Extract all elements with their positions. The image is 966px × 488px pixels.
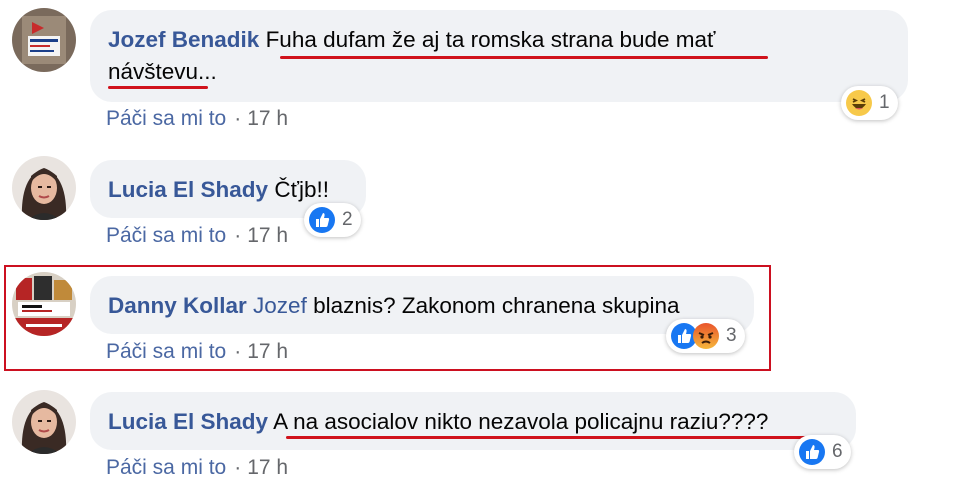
comment-meta: Páči sa mi to · 17 h [106, 107, 288, 131]
haha-icon [846, 90, 872, 116]
comment-author[interactable]: Lucia El Shady [108, 177, 268, 202]
like-link[interactable]: Páči sa mi to [106, 107, 226, 130]
comment-meta: Páči sa mi to · 17 h [106, 224, 288, 248]
avatar[interactable] [12, 8, 76, 72]
reaction-count: 6 [832, 441, 843, 462]
timestamp[interactable]: 17 h [247, 224, 288, 247]
like-link[interactable]: Páči sa mi to [106, 224, 226, 247]
comment-meta: Páči sa mi to · 17 h [106, 456, 288, 480]
like-link[interactable]: Páči sa mi to [106, 456, 226, 479]
separator: · [234, 456, 242, 479]
reaction-count: 1 [879, 92, 890, 113]
comment-bubble: Danny Kollar Jozef blaznis? Zakonom chra… [90, 276, 754, 334]
comment-bubble: Lucia El Shady A na asocialov nikto neza… [90, 392, 856, 450]
reaction-count: 3 [726, 325, 737, 346]
reactions-summary[interactable]: 2 [304, 203, 361, 237]
like-icon [309, 207, 335, 233]
reactions-summary[interactable]: 6 [794, 435, 851, 469]
separator: · [234, 107, 242, 130]
reactions-summary[interactable]: 1 [841, 86, 898, 120]
comment-meta: Páči sa mi to · 17 h [106, 340, 288, 364]
reaction-count: 2 [342, 209, 353, 230]
timestamp[interactable]: 17 h [247, 107, 288, 130]
like-link[interactable]: Páči sa mi to [106, 340, 226, 363]
red-underline [286, 436, 834, 439]
angry-icon [693, 323, 719, 349]
avatar[interactable] [12, 390, 76, 454]
comment-text: Fuha dufam že aj ta romska strana bude m… [265, 27, 716, 52]
avatar[interactable] [12, 156, 76, 220]
comment-author[interactable]: Lucia El Shady [108, 409, 268, 434]
reactions-summary[interactable]: 3 [666, 319, 745, 353]
comment-text: blaznis? Zakonom chranena skupina [306, 293, 680, 318]
timestamp[interactable]: 17 h [247, 340, 288, 363]
red-underline [108, 86, 208, 89]
timestamp[interactable]: 17 h [247, 456, 288, 479]
comment-author[interactable]: Danny Kollar [108, 293, 247, 318]
comment-author[interactable]: Jozef Benadik [108, 27, 259, 52]
separator: · [234, 340, 242, 363]
comment-text: návštevu... [108, 59, 217, 84]
like-icon [799, 439, 825, 465]
comment-text: Čťjb!! [274, 177, 330, 202]
mention-link[interactable]: Jozef [253, 293, 307, 318]
avatar[interactable] [12, 272, 76, 336]
comment-text: A na asocialov nikto nezavola policajnu … [273, 409, 769, 434]
separator: · [234, 224, 242, 247]
red-underline [280, 56, 768, 59]
